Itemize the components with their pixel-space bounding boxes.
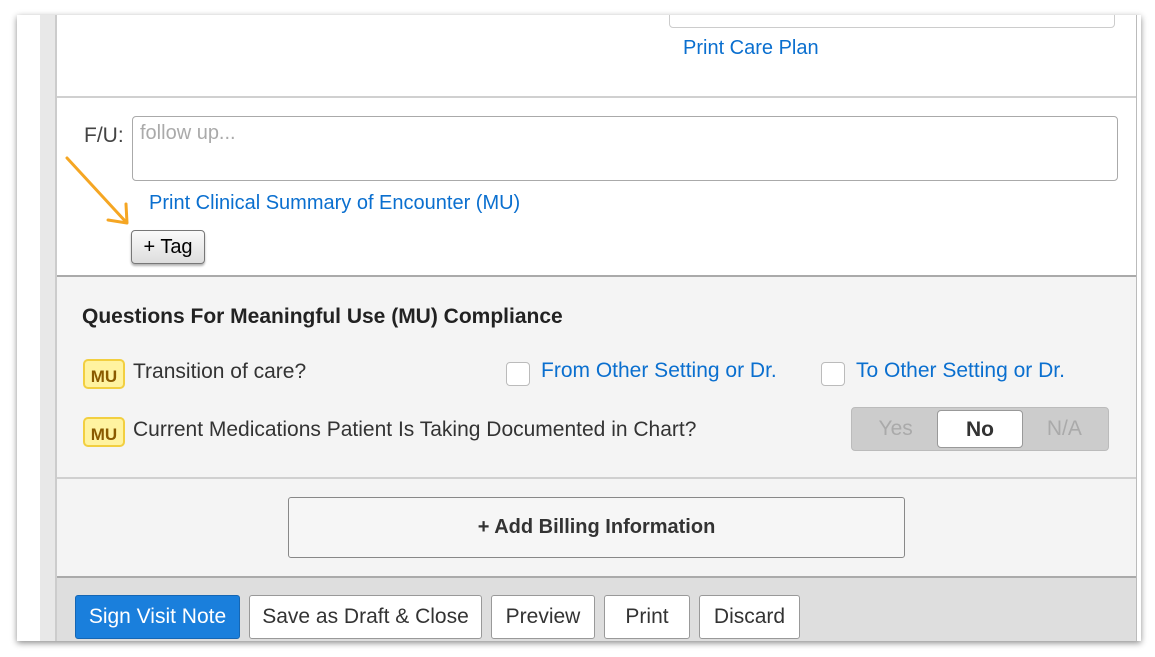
meds-question: Current Medications Patient Is Taking Do… bbox=[133, 418, 697, 441]
save-draft-close-button[interactable]: Save as Draft & Close bbox=[249, 595, 482, 639]
visit-note-window: Print Care Plan F/U: Print Clinical Summ… bbox=[17, 15, 1141, 641]
visit-note-panel: Print Care Plan F/U: Print Clinical Summ… bbox=[57, 15, 1137, 641]
followup-section: F/U: Print Clinical Summary of Encounter… bbox=[57, 96, 1136, 276]
mu-section-title: Questions For Meaningful Use (MU) Compli… bbox=[82, 305, 563, 328]
discard-button[interactable]: Discard bbox=[699, 595, 800, 639]
billing-section: + Add Billing Information bbox=[57, 477, 1136, 577]
meds-no-option[interactable]: No bbox=[937, 410, 1023, 448]
to-other-label[interactable]: To Other Setting or Dr. bbox=[856, 359, 1065, 383]
print-button[interactable]: Print bbox=[604, 595, 690, 639]
meds-segmented-control: Yes No N/A bbox=[851, 407, 1109, 451]
preview-button[interactable]: Preview bbox=[491, 595, 595, 639]
footer-toolbar: Sign Visit Note Save as Draft & Close Pr… bbox=[57, 576, 1136, 641]
mu-badge: MU bbox=[83, 417, 125, 447]
add-tag-button[interactable]: + Tag bbox=[131, 230, 205, 264]
meds-na-option[interactable]: N/A bbox=[1023, 410, 1106, 448]
transition-question: Transition of care? bbox=[133, 360, 307, 383]
sign-visit-note-button[interactable]: Sign Visit Note bbox=[75, 595, 240, 639]
annotation-arrow-icon bbox=[65, 156, 129, 225]
add-billing-button[interactable]: + Add Billing Information bbox=[288, 497, 905, 558]
from-other-label[interactable]: From Other Setting or Dr. bbox=[541, 359, 777, 383]
care-plan-input[interactable] bbox=[669, 15, 1115, 28]
from-other-checkbox[interactable] bbox=[506, 362, 530, 386]
mu-badge: MU bbox=[83, 359, 125, 389]
print-clinical-summary-link[interactable]: Print Clinical Summary of Encounter (MU) bbox=[149, 192, 520, 215]
to-other-checkbox[interactable] bbox=[821, 362, 845, 386]
followup-label: F/U: bbox=[84, 124, 124, 147]
print-care-plan-link[interactable]: Print Care Plan bbox=[683, 37, 819, 60]
meds-yes-option[interactable]: Yes bbox=[854, 410, 937, 448]
left-scroll-strip bbox=[40, 15, 57, 641]
followup-textarea[interactable] bbox=[132, 116, 1118, 181]
mu-compliance-section: Questions For Meaningful Use (MU) Compli… bbox=[57, 275, 1136, 478]
